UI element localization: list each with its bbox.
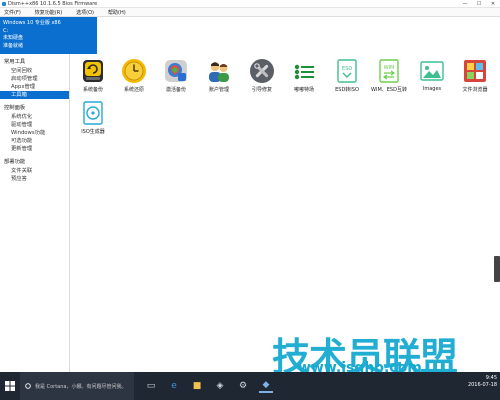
tool-system-restore[interactable]: 系统还原	[113, 56, 155, 94]
tool-label: ESD转ISO	[335, 87, 359, 93]
toolbox-panel: 系统备份 系统还原 激活备份 账户管理 引导修复 嘟嘟特场 ESD ESD转IS…	[71, 54, 500, 372]
sidebar-item-windows-features[interactable]: Windows功能	[0, 129, 69, 137]
sidebar-item-toolbox[interactable]: 工具箱	[0, 91, 69, 99]
tool-speed[interactable]: 嘟嘟特场	[283, 56, 325, 94]
taskbar-apps: ▭ e ■ ◈ ⚙ ◆	[144, 372, 273, 400]
search-placeholder: 我是 Cortana，小娜。有问题尽管问我。	[35, 383, 127, 390]
title-bar[interactable]: Dism++x86 10.1.6.5 Bios Firmware — ☐ ✕	[0, 0, 500, 8]
tool-label: 激活备份	[165, 87, 186, 93]
wim-esd-icon: WIM	[379, 59, 399, 83]
svg-text:ESD: ESD	[342, 66, 352, 72]
sidebar: 常用工具 空间回收 启动项管理 Appx管理 工具箱 控制面板 系统优化 驱动管…	[0, 54, 70, 372]
menu-options[interactable]: 选项(O)	[76, 9, 94, 16]
esd-iso-icon: ESD	[337, 59, 357, 83]
tool-label: WIM、ESD互转	[371, 87, 407, 93]
taskbar: 我是 Cortana，小娜。有问题尽管问我。 ▭ e ■ ◈ ⚙ ◆ 9:45 …	[0, 372, 500, 400]
menu-file[interactable]: 文件(F)	[4, 9, 21, 16]
sidebar-group-common-tools[interactable]: 常用工具	[0, 58, 69, 67]
svg-text:WIM: WIM	[384, 65, 395, 71]
tool-activation-backup[interactable]: 激活备份	[155, 56, 197, 94]
file-browser-icon	[464, 60, 486, 82]
start-button[interactable]	[0, 372, 20, 400]
tool-file-browser[interactable]: 文件浏览器	[454, 56, 496, 94]
status-text: 准备就绪	[3, 42, 24, 49]
tool-system-backup[interactable]: 系统备份	[72, 56, 114, 94]
session-info-panel[interactable]: Windows 10 专业版 x86 C: 未知硬盘 准备就绪	[0, 17, 97, 54]
sidebar-item-file-assoc[interactable]: 文件关联	[0, 167, 69, 175]
sidebar-item-appx[interactable]: Appx管理	[0, 83, 69, 91]
tool-wim-esd[interactable]: WIM WIM、ESD互转	[368, 56, 410, 94]
cortana-search[interactable]: 我是 Cortana，小娜。有问题尽管问我。	[20, 372, 134, 400]
window-controls: — ☐ ✕	[458, 0, 500, 8]
maximize-button[interactable]: ☐	[472, 0, 486, 8]
sidebar-group-deployment[interactable]: 部署功能	[0, 158, 69, 167]
images-icon	[420, 61, 444, 81]
system-tray[interactable]: 9:45 2016-07-18	[468, 375, 497, 389]
store-icon[interactable]: ◈	[213, 379, 227, 393]
dism-taskbar-icon[interactable]: ◆	[259, 379, 273, 393]
sidebar-item-optimize[interactable]: 系统优化	[0, 113, 69, 121]
tool-label: 系统还原	[123, 87, 144, 93]
sidebar-item-drivers[interactable]: 驱动管理	[0, 121, 69, 129]
tool-images[interactable]: Images	[411, 56, 453, 94]
scrollbar-handle[interactable]	[494, 256, 500, 282]
tool-label: 账户管理	[208, 87, 229, 93]
tool-label: ISO生成器	[81, 129, 105, 135]
drive-letter: C:	[3, 27, 9, 34]
iso-generator-icon	[83, 101, 103, 125]
account-icon	[209, 62, 229, 82]
dism-window: Dism++x86 10.1.6.5 Bios Firmware — ☐ ✕ 文…	[0, 0, 500, 379]
sidebar-item-updates[interactable]: 更新管理	[0, 145, 69, 153]
tool-label: 嘟嘟特场	[293, 87, 314, 93]
sidebar-item-space-reclaim[interactable]: 空间回收	[0, 67, 69, 75]
speed-icon	[294, 64, 314, 80]
tool-label: 引导修复	[251, 87, 272, 93]
menu-bar: 文件(F) 恢复功能(R) 选项(O) 帮助(H)	[0, 8, 500, 17]
close-button[interactable]: ✕	[486, 0, 500, 8]
os-name: Windows 10 专业版 x86	[3, 20, 61, 26]
sidebar-group-control-panel[interactable]: 控制面板	[0, 104, 69, 113]
settings-icon[interactable]: ⚙	[236, 379, 250, 393]
file-explorer-icon[interactable]: ■	[190, 379, 204, 393]
menu-restore[interactable]: 恢复功能(R)	[35, 9, 62, 16]
window-title: Dism++x86 10.1.6.5 Bios Firmware	[8, 1, 98, 7]
tool-iso-generator[interactable]: ISO生成器	[72, 98, 114, 136]
clock-date: 2016-07-18	[467, 382, 497, 388]
tool-label: 文件浏览器	[462, 87, 488, 93]
restore-icon	[122, 59, 146, 83]
windows-logo-icon	[5, 381, 15, 391]
tool-boot-repair[interactable]: 引导修复	[241, 56, 283, 94]
task-view-icon[interactable]: ▭	[144, 379, 158, 393]
boot-repair-icon	[250, 59, 274, 83]
edge-icon[interactable]: e	[167, 379, 181, 393]
tool-label: 系统备份	[82, 87, 103, 93]
activation-backup-icon	[165, 60, 187, 82]
tool-esd-to-iso[interactable]: ESD ESD转ISO	[326, 56, 368, 94]
drive-state: 未知硬盘	[3, 35, 24, 41]
cortana-icon	[25, 383, 31, 389]
sidebar-item-answer-file[interactable]: 预应答	[0, 175, 69, 183]
sidebar-item-startup[interactable]: 启动项管理	[0, 75, 69, 83]
minimize-button[interactable]: —	[458, 0, 472, 8]
sidebar-item-optional-features[interactable]: 可选功能	[0, 137, 69, 145]
tool-account-manager[interactable]: 账户管理	[198, 56, 240, 94]
tool-label: Images	[422, 86, 442, 92]
clock-time: 9:45	[485, 375, 497, 381]
menu-help[interactable]: 帮助(H)	[108, 9, 126, 16]
backup-icon	[83, 60, 103, 82]
app-icon	[2, 2, 6, 6]
